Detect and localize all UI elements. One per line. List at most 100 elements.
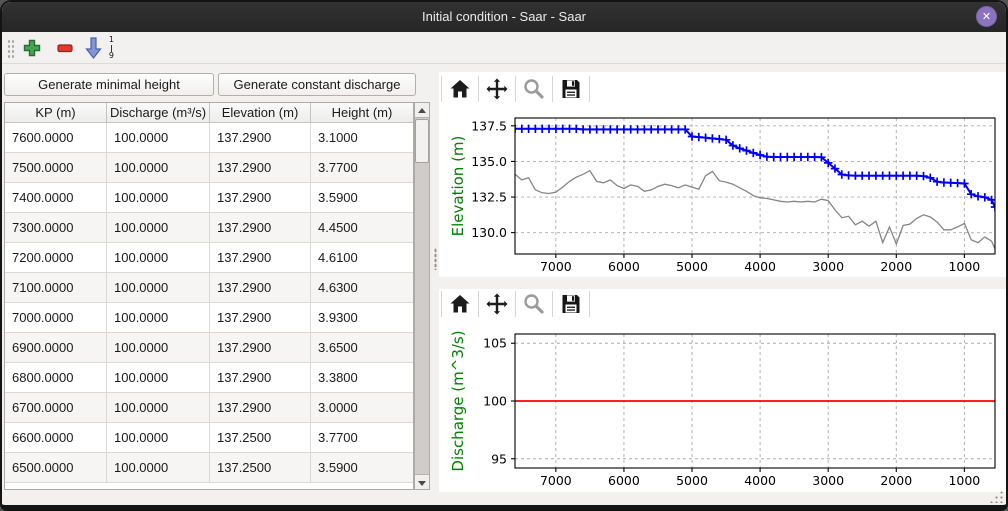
table-cell[interactable]: 100.0000 (107, 213, 210, 243)
vertical-splitter-handle[interactable] (434, 248, 437, 270)
column-header-0[interactable]: KP (m) (5, 103, 107, 122)
generate-minimal-height-button[interactable]: Generate minimal height (4, 73, 214, 96)
table-cell[interactable]: 100.0000 (107, 453, 210, 483)
svg-text:5000: 5000 (676, 473, 708, 488)
table-cell[interactable]: 3.5900 (311, 453, 413, 483)
titlebar[interactable]: Initial condition - Saar - Saar ✕ (2, 2, 1006, 32)
table-cell[interactable]: 6600.0000 (5, 423, 107, 453)
table-cell[interactable]: 100.0000 (107, 423, 210, 453)
table-cell[interactable]: 4.6300 (311, 273, 413, 303)
remove-row-button[interactable] (52, 35, 78, 61)
toolbar-separator (589, 76, 590, 102)
toolbar-separator (441, 76, 442, 102)
table-cell[interactable]: 137.2500 (210, 453, 311, 483)
table-cell[interactable]: 137.2900 (210, 123, 311, 153)
table-cell[interactable]: 3.6500 (311, 333, 413, 363)
table-row: 6800.0000100.0000137.29003.3800 (5, 363, 413, 393)
pan-button[interactable] (481, 75, 513, 103)
triangle-down-icon (418, 481, 426, 486)
table-row: 7300.0000100.0000137.29004.4500 (5, 213, 413, 243)
table-cell[interactable]: 4.6100 (311, 243, 413, 273)
table-cell[interactable]: 100.0000 (107, 153, 210, 183)
table-cell[interactable]: 3.3800 (311, 363, 413, 393)
table-cell[interactable]: 137.2900 (210, 183, 311, 213)
sort-last-label: 9 (109, 52, 114, 60)
table-cell[interactable]: 137.2900 (210, 393, 311, 423)
table-cell[interactable]: 137.2900 (210, 333, 311, 363)
table-cell[interactable]: 137.2900 (210, 243, 311, 273)
zoom-button[interactable] (518, 290, 550, 318)
save-button[interactable] (555, 75, 587, 103)
pan-button[interactable] (481, 290, 513, 318)
zoom-icon (522, 77, 546, 101)
table-cell[interactable]: 3.5900 (311, 183, 413, 213)
svg-text:6000: 6000 (608, 259, 640, 274)
main-toolbar: 1 9 (2, 32, 1006, 64)
scrollbar-thumb[interactable] (415, 119, 429, 163)
close-button[interactable]: ✕ (976, 6, 997, 27)
home-button[interactable] (444, 290, 476, 318)
table-row: 7200.0000100.0000137.29004.6100 (5, 243, 413, 273)
toolbar-separator (589, 291, 590, 317)
table-cell[interactable]: 7200.0000 (5, 243, 107, 273)
table-row: 6600.0000100.0000137.25003.7700 (5, 423, 413, 453)
table-cell[interactable]: 7400.0000 (5, 183, 107, 213)
home-button[interactable] (444, 75, 476, 103)
table-cell[interactable]: 137.2900 (210, 303, 311, 333)
table-cell[interactable]: 7000.0000 (5, 303, 107, 333)
zoom-button[interactable] (518, 75, 550, 103)
table-cell[interactable]: 3.0000 (311, 393, 413, 423)
elevation-plot-canvas[interactable]: 7000600050004000300020001000130.0132.513… (439, 105, 1006, 277)
column-header-2[interactable]: Elevation (m) (210, 103, 311, 122)
table-cell[interactable]: 3.1000 (311, 123, 413, 153)
table-cell[interactable]: 6900.0000 (5, 333, 107, 363)
save-button[interactable] (555, 290, 587, 318)
table-cell[interactable]: 3.7700 (311, 423, 413, 453)
toolbar-separator (441, 291, 442, 317)
table-cell[interactable]: 100.0000 (107, 393, 210, 423)
table-cell[interactable]: 100.0000 (107, 243, 210, 273)
table-header: KP (m)Discharge (m³/s)Elevation (m)Heigh… (5, 103, 413, 123)
table-cell[interactable]: 137.2900 (210, 273, 311, 303)
table-cell[interactable]: 100.0000 (107, 273, 210, 303)
triangle-up-icon (418, 108, 426, 113)
table-cell[interactable]: 137.2900 (210, 153, 311, 183)
close-icon: ✕ (982, 11, 991, 23)
add-row-button[interactable] (19, 35, 45, 61)
discharge-plot-toolbar (439, 289, 1006, 319)
table-cell[interactable]: 3.9300 (311, 303, 413, 333)
table-row: 6500.0000100.0000137.25003.5900 (5, 453, 413, 483)
scroll-up-button[interactable] (415, 103, 429, 118)
table-cell[interactable]: 3.7700 (311, 153, 413, 183)
zoom-icon (522, 292, 546, 316)
toolbar-separator (552, 76, 553, 102)
table-cell[interactable]: 7300.0000 (5, 213, 107, 243)
scroll-down-button[interactable] (415, 474, 429, 489)
table-cell[interactable]: 7100.0000 (5, 273, 107, 303)
discharge-plot-canvas[interactable]: 700060005000400030002000100095100105Disc… (439, 320, 1006, 492)
sort-rows-button[interactable]: 1 9 (84, 35, 114, 61)
plots-divider (439, 277, 1006, 289)
table-cell[interactable]: 100.0000 (107, 123, 210, 153)
table-cell[interactable]: 137.2900 (210, 213, 311, 243)
svg-text:95: 95 (491, 451, 507, 466)
table-cell[interactable]: 137.2900 (210, 363, 311, 393)
table-cell[interactable]: 6800.0000 (5, 363, 107, 393)
table-cell[interactable]: 7500.0000 (5, 153, 107, 183)
table-cell[interactable]: 100.0000 (107, 303, 210, 333)
generate-constant-discharge-button[interactable]: Generate constant discharge (218, 73, 416, 96)
table-cell[interactable]: 100.0000 (107, 333, 210, 363)
svg-text:3000: 3000 (812, 259, 844, 274)
table-cell[interactable]: 7600.0000 (5, 123, 107, 153)
home-icon (448, 77, 472, 101)
column-header-1[interactable]: Discharge (m³/s) (107, 103, 210, 122)
table-cell[interactable]: 6500.0000 (5, 453, 107, 483)
table-cell[interactable]: 137.2500 (210, 423, 311, 453)
table-cell[interactable]: 6700.0000 (5, 393, 107, 423)
toolbar-drag-handle[interactable] (7, 39, 14, 58)
table-scrollbar[interactable] (414, 102, 430, 490)
table-cell[interactable]: 4.4500 (311, 213, 413, 243)
column-header-3[interactable]: Height (m) (311, 103, 413, 122)
table-cell[interactable]: 100.0000 (107, 183, 210, 213)
table-cell[interactable]: 100.0000 (107, 363, 210, 393)
